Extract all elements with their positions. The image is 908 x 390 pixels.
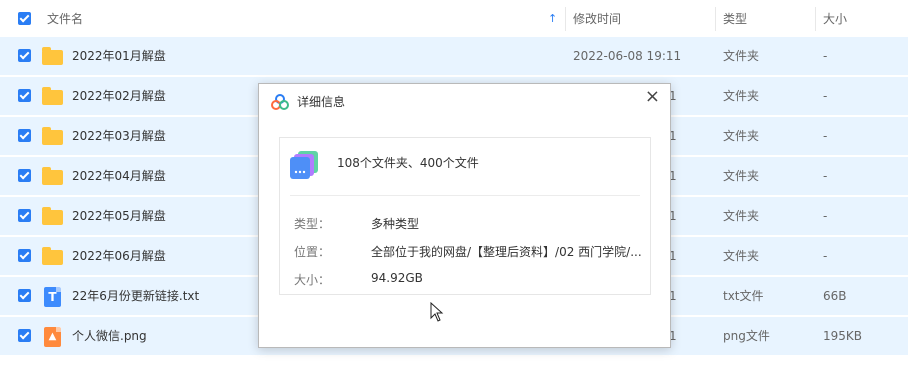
column-divider[interactable] xyxy=(815,7,816,31)
file-type: 文件夹 xyxy=(723,129,760,143)
file-size: - xyxy=(823,129,828,143)
select-all-checkbox[interactable] xyxy=(18,12,31,25)
column-header-type[interactable]: 类型 xyxy=(723,0,747,38)
row-checkbox[interactable] xyxy=(18,49,31,62)
folder-icon xyxy=(42,127,63,145)
cloud-logo-icon xyxy=(271,94,289,110)
file-name[interactable]: 2022年06月解盘 xyxy=(72,237,166,275)
folder-icon xyxy=(42,167,63,185)
file-size: 66B xyxy=(823,289,847,303)
sort-ascending-icon[interactable]: ↑ xyxy=(548,0,557,38)
location-label: 位置： xyxy=(294,245,331,259)
column-header-size[interactable]: 大小 xyxy=(823,0,847,38)
location-value[interactable]: 全部位于我的网盘/【整理后资料】/02 西门学院/... xyxy=(371,243,642,260)
file-list-header: 文件名 ↑ 修改时间 类型 大小 xyxy=(0,0,908,39)
png-file-icon: ▲ xyxy=(44,327,61,347)
column-divider[interactable] xyxy=(715,7,716,31)
file-type: txt文件 xyxy=(723,289,764,303)
folder-icon xyxy=(42,87,63,105)
column-header-modified-time[interactable]: 修改时间 xyxy=(573,0,621,38)
type-value: 多种类型 xyxy=(371,217,420,231)
file-size: - xyxy=(823,49,828,63)
file-name[interactable]: 2022年03月解盘 xyxy=(72,117,166,155)
file-name[interactable]: 2022年02月解盘 xyxy=(72,77,166,115)
size-label: 大小： xyxy=(294,273,331,287)
column-divider[interactable] xyxy=(565,7,566,31)
row-checkbox[interactable] xyxy=(18,209,31,222)
file-type: 文件夹 xyxy=(723,89,760,103)
file-type: 文件夹 xyxy=(723,249,760,263)
file-name[interactable]: 2022年05月解盘 xyxy=(72,197,166,235)
size-value: 94.92GB xyxy=(371,271,423,285)
txt-file-icon: T xyxy=(44,287,61,307)
row-checkbox[interactable] xyxy=(18,89,31,102)
file-type: 文件夹 xyxy=(723,169,760,183)
divider xyxy=(290,195,640,196)
type-label: 类型： xyxy=(294,217,331,231)
file-size: - xyxy=(823,249,828,263)
file-name[interactable]: 22年6月份更新链接.txt xyxy=(72,277,199,315)
file-type: 文件夹 xyxy=(723,209,760,223)
file-row[interactable]: 2022年01月解盘 2022-06-08 19:11 文件夹 - xyxy=(0,37,908,77)
folder-icon xyxy=(42,207,63,225)
details-panel: 108个文件夹、400个文件 类型： 多种类型 位置： 全部位于我的网盘/【整理… xyxy=(279,137,651,295)
row-checkbox[interactable] xyxy=(18,329,31,342)
close-icon[interactable]: × xyxy=(645,88,660,106)
file-modified-time: 2022-06-08 19:11 xyxy=(573,49,682,63)
file-size: 195KB xyxy=(823,329,863,343)
selection-summary: 108个文件夹、400个文件 xyxy=(337,156,479,170)
column-header-name[interactable]: 文件名 xyxy=(47,0,83,38)
row-checkbox[interactable] xyxy=(18,129,31,142)
details-dialog: 详细信息 × 108个文件夹、400个文件 类型： 多种类型 位置： 全部位于我… xyxy=(258,83,671,348)
file-name[interactable]: 个人微信.png xyxy=(72,317,147,355)
file-size: - xyxy=(823,89,828,103)
row-checkbox[interactable] xyxy=(18,169,31,182)
row-checkbox[interactable] xyxy=(18,289,31,302)
dialog-title: 详细信息 xyxy=(297,95,346,109)
row-checkbox[interactable] xyxy=(18,249,31,262)
folder-icon xyxy=(42,47,63,65)
folder-icon xyxy=(42,247,63,265)
mouse-cursor-icon xyxy=(430,302,444,322)
file-type: png文件 xyxy=(723,329,770,343)
file-name[interactable]: 2022年04月解盘 xyxy=(72,157,166,195)
multiple-files-icon xyxy=(290,151,318,179)
file-size: - xyxy=(823,209,828,223)
file-name[interactable]: 2022年01月解盘 xyxy=(72,37,166,75)
file-size: - xyxy=(823,169,828,183)
file-type: 文件夹 xyxy=(723,49,760,63)
